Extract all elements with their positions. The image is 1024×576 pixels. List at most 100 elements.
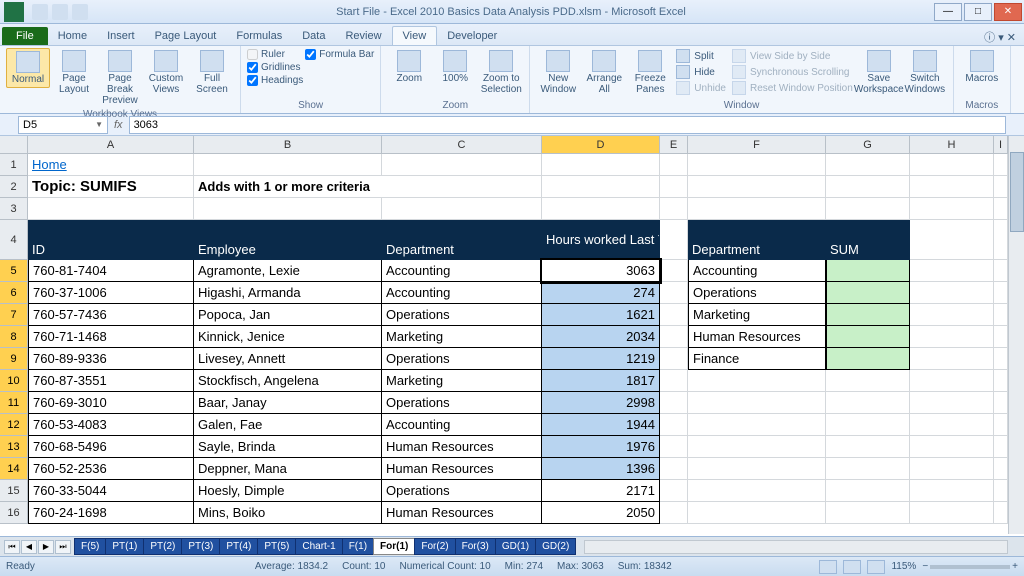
cell-id[interactable]: 760-53-4083: [28, 414, 194, 436]
cell[interactable]: [910, 458, 994, 480]
cell[interactable]: [994, 502, 1008, 524]
cell-dept[interactable]: Accounting: [382, 414, 542, 436]
cell[interactable]: [660, 304, 688, 326]
cell-sum-dept[interactable]: Human Resources: [688, 326, 826, 348]
cell[interactable]: [910, 282, 994, 304]
row-header-8[interactable]: 8: [0, 326, 28, 348]
cell[interactable]: [994, 304, 1008, 326]
cell-dept[interactable]: Operations: [382, 304, 542, 326]
cell-emp[interactable]: Livesey, Annett: [194, 348, 382, 370]
cell[interactable]: [910, 304, 994, 326]
formula-bar-checkbox[interactable]: Formula Bar: [305, 48, 374, 61]
row-header-4[interactable]: 4: [0, 220, 28, 260]
cell-sum-dept[interactable]: Finance: [688, 348, 826, 370]
col-header-H[interactable]: H: [910, 136, 994, 154]
cell[interactable]: [994, 480, 1008, 502]
cell[interactable]: [826, 480, 910, 502]
cell[interactable]: [994, 260, 1008, 282]
cell-hdr-hours[interactable]: Hours worked Last Year: [542, 220, 660, 260]
zoom-selection-button[interactable]: Zoom to Selection: [479, 48, 523, 97]
tab-formulas[interactable]: Formulas: [226, 27, 292, 45]
cell-emp[interactable]: Stockfisch, Angelena: [194, 370, 382, 392]
cell-dept[interactable]: Human Resources: [382, 502, 542, 524]
sheet-tab-for3[interactable]: For(3): [455, 538, 496, 555]
column-headers[interactable]: ABCDEFGHI: [28, 136, 1008, 154]
cell-id[interactable]: 760-33-5044: [28, 480, 194, 502]
row-header-6[interactable]: 6: [0, 282, 28, 304]
cell[interactable]: [994, 348, 1008, 370]
cell-emp[interactable]: Galen, Fae: [194, 414, 382, 436]
cell[interactable]: [910, 198, 994, 220]
split-button[interactable]: Split: [674, 48, 728, 64]
row-header-12[interactable]: 12: [0, 414, 28, 436]
tab-page-layout[interactable]: Page Layout: [145, 27, 227, 45]
unhide-button[interactable]: Unhide: [674, 80, 728, 96]
row-header-10[interactable]: 10: [0, 370, 28, 392]
tab-home[interactable]: Home: [48, 27, 97, 45]
col-header-C[interactable]: C: [382, 136, 542, 154]
cell[interactable]: [660, 282, 688, 304]
view-page-break-icon[interactable]: [867, 560, 885, 574]
ruler-checkbox[interactable]: Ruler: [247, 48, 303, 61]
cell[interactable]: [910, 154, 994, 176]
cell[interactable]: [994, 436, 1008, 458]
cell[interactable]: [826, 436, 910, 458]
cell[interactable]: [688, 392, 826, 414]
cell[interactable]: [910, 260, 994, 282]
sheet-tab-pt3[interactable]: PT(3): [181, 538, 220, 555]
cell-desc[interactable]: Adds with 1 or more criteria: [194, 176, 542, 198]
cell[interactable]: [660, 414, 688, 436]
row-header-13[interactable]: 13: [0, 436, 28, 458]
sheet-tab-for1[interactable]: For(1): [373, 538, 415, 555]
cell[interactable]: [688, 198, 826, 220]
sheet-tab-chart-1[interactable]: Chart-1: [295, 538, 342, 555]
cell[interactable]: [910, 414, 994, 436]
cell[interactable]: [542, 154, 660, 176]
col-header-F[interactable]: F: [688, 136, 826, 154]
cell-dept[interactable]: Operations: [382, 480, 542, 502]
cell-hours[interactable]: 3063: [542, 260, 660, 282]
tab-nav-first[interactable]: ⏮: [4, 540, 20, 554]
redo-icon[interactable]: [72, 4, 88, 20]
col-header-B[interactable]: B: [194, 136, 382, 154]
cell[interactable]: [660, 176, 688, 198]
cell[interactable]: [994, 414, 1008, 436]
cell-hours[interactable]: 1817: [542, 370, 660, 392]
cell-sum-dept[interactable]: Operations: [688, 282, 826, 304]
new-window-button[interactable]: New Window: [536, 48, 580, 97]
cell-hours[interactable]: 1621: [542, 304, 660, 326]
sheet-tab-pt4[interactable]: PT(4): [219, 538, 258, 555]
row-header-3[interactable]: 3: [0, 198, 28, 220]
cell-emp[interactable]: Higashi, Armanda: [194, 282, 382, 304]
cell-emp[interactable]: Kinnick, Jenice: [194, 326, 382, 348]
cell[interactable]: [660, 220, 688, 260]
cell[interactable]: [910, 502, 994, 524]
switch-windows-button[interactable]: Switch Windows: [903, 48, 947, 97]
row-header-1[interactable]: 1: [0, 154, 28, 176]
cell[interactable]: [994, 220, 1008, 260]
cell-emp[interactable]: Mins, Boiko: [194, 502, 382, 524]
cell-topic[interactable]: Topic: SUMIFS: [28, 176, 194, 198]
cell-id[interactable]: 760-87-3551: [28, 370, 194, 392]
row-header-5[interactable]: 5: [0, 260, 28, 282]
tab-insert[interactable]: Insert: [97, 27, 145, 45]
cell[interactable]: [910, 176, 994, 198]
tab-data[interactable]: Data: [292, 27, 335, 45]
maximize-button[interactable]: □: [964, 3, 992, 21]
file-tab[interactable]: File: [2, 27, 48, 45]
cell[interactable]: [28, 198, 194, 220]
macros-button[interactable]: Macros: [960, 48, 1004, 86]
view-normal-icon[interactable]: [819, 560, 837, 574]
cell[interactable]: [826, 370, 910, 392]
cell[interactable]: [826, 176, 910, 198]
cell[interactable]: [826, 198, 910, 220]
cell[interactable]: [382, 198, 542, 220]
cell-id[interactable]: 760-52-2536: [28, 458, 194, 480]
horizontal-scrollbar[interactable]: [584, 540, 1008, 554]
cell-emp[interactable]: Deppner, Mana: [194, 458, 382, 480]
cell[interactable]: [826, 414, 910, 436]
hide-button[interactable]: Hide: [674, 64, 728, 80]
cell-hours[interactable]: 1944: [542, 414, 660, 436]
help-icon[interactable]: ⓘ ▾ ✕: [984, 29, 1016, 45]
cell-emp[interactable]: Agramonte, Lexie: [194, 260, 382, 282]
